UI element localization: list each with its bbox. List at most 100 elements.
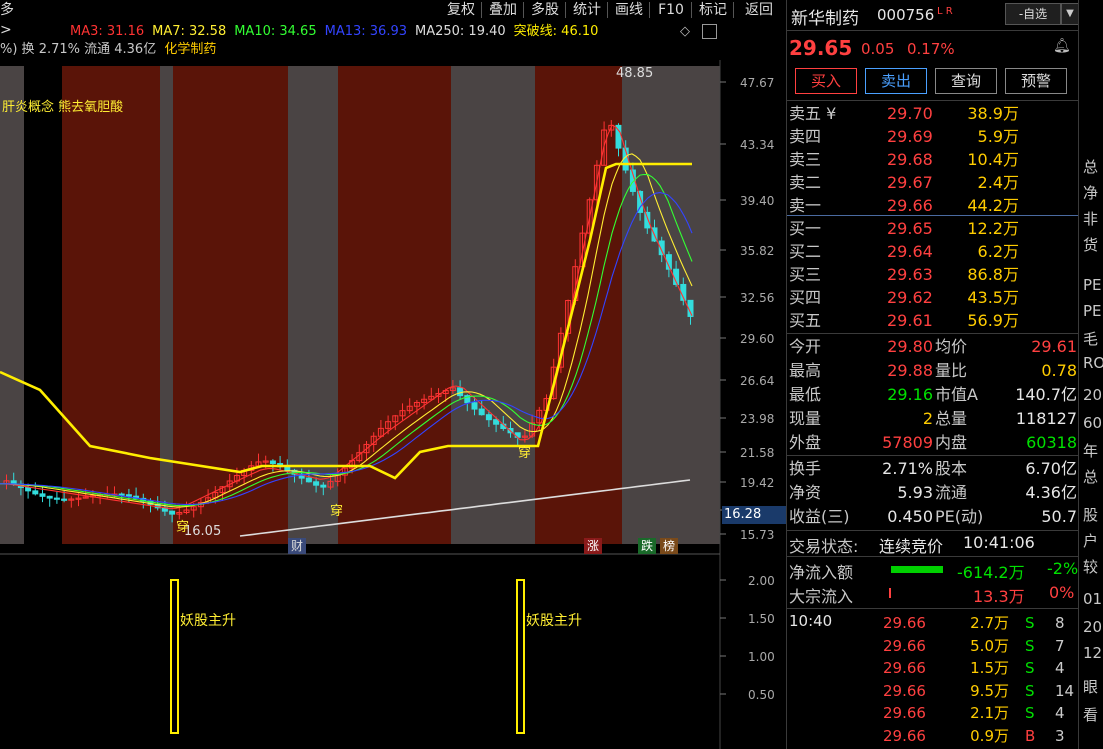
stat-value: 0.450	[887, 507, 933, 526]
stat-row: 收益(三) 0.450 PE(动) 50.7	[787, 505, 1079, 529]
signal-bar	[516, 579, 525, 734]
background-bands	[0, 66, 720, 544]
stat-label: 今开	[789, 337, 822, 356]
multi-stock-button[interactable]: 多股	[526, 0, 564, 20]
candle-body	[32, 490, 39, 495]
ma7-value: MA7: 32.58	[152, 24, 227, 39]
background-band	[535, 66, 622, 544]
price-tick: 35.82	[740, 244, 774, 258]
tick-volume: 2.7万	[970, 614, 1009, 632]
stat-row: 最高 29.88 量比 0.78	[787, 359, 1079, 383]
draw-line-button[interactable]: 画线	[610, 0, 648, 20]
kline-chart[interactable]: 47.67 43.34 39.40 35.82 32.56 29.60 26.64 23.98…	[0, 60, 785, 556]
price-tick: 26.64	[740, 374, 774, 388]
tick-price: 29.66	[883, 726, 926, 745]
tick-row: 29.66 0.9万 B 3	[787, 725, 1079, 747]
tick-volume: 5.0万	[970, 636, 1009, 655]
side-info-item[interactable]: 非	[1083, 208, 1098, 229]
bid-row[interactable]: 买一 29.65 12.2万	[787, 218, 1079, 240]
tick-direction: B	[1025, 726, 1036, 745]
ask-row[interactable]: 卖四 29.69 5.9万	[787, 126, 1079, 148]
ask-volume: 44.2万	[967, 196, 1019, 215]
net-inflow-label: 净流入额	[789, 563, 854, 582]
stat-label: 股本	[935, 459, 968, 478]
candle-body	[118, 493, 125, 496]
bid-row[interactable]: 买五 29.61 56.9万	[787, 310, 1079, 332]
side-info-item[interactable]: 20	[1083, 386, 1102, 404]
price-tick: 47.67	[740, 76, 774, 90]
candle-body	[305, 477, 312, 483]
ask-row[interactable]: 卖五 ¥ 29.70 38.9万	[787, 103, 1079, 125]
back-button[interactable]: 返回	[738, 0, 780, 20]
event-financial[interactable]: 财	[288, 538, 306, 554]
industry-label[interactable]: 化学制药	[164, 42, 216, 57]
alert-button[interactable]: 预警	[1005, 68, 1067, 94]
event-rank-list[interactable]: 榜	[660, 538, 678, 554]
f10-button[interactable]: F10	[652, 0, 690, 20]
fuquan-button[interactable]: 复权	[442, 0, 480, 20]
side-info-item[interactable]: 12	[1083, 644, 1102, 662]
side-info-item[interactable]: PE	[1083, 302, 1102, 320]
side-info-item[interactable]: 60	[1083, 414, 1102, 432]
side-info-item[interactable]: 年	[1083, 440, 1098, 461]
side-info-item[interactable]: 总	[1083, 156, 1098, 177]
self-pick-button[interactable]: -自选	[1005, 3, 1061, 25]
side-info-item[interactable]: 货	[1083, 234, 1098, 255]
price-tick: 21.58	[740, 446, 774, 460]
last-price: 29.65	[789, 36, 853, 60]
query-button[interactable]: 查询	[935, 68, 997, 94]
ask-volume: 38.9万	[967, 104, 1019, 123]
price-axis: 47.67 43.34 39.40 35.82 32.56 29.60 26.64 23.98…	[720, 76, 774, 542]
stock-name: 新华制药	[791, 9, 859, 29]
side-info-item[interactable]: 总	[1083, 466, 1098, 487]
side-info-item[interactable]: 净	[1083, 182, 1098, 203]
more-menu[interactable]: 多 >	[0, 0, 30, 38]
mark-button[interactable]: 标记	[694, 0, 732, 20]
ma13-value: MA13: 36.93	[324, 24, 407, 39]
bid-row[interactable]: 买四 29.62 43.5万	[787, 287, 1079, 309]
tick-row: 29.66 5.0万 S 7	[787, 635, 1079, 657]
chevron-down-icon[interactable]: ▼	[1061, 3, 1079, 25]
side-info-item[interactable]: 股	[1083, 504, 1098, 525]
expand-icon[interactable]	[702, 24, 717, 39]
bid-row[interactable]: 买三 29.63 86.8万	[787, 264, 1079, 286]
ask-label: 卖三	[789, 150, 822, 169]
stat-label: 最低	[789, 385, 822, 404]
stat-row: 换手 2.71% 股本 6.70亿	[787, 457, 1079, 481]
side-info-item[interactable]: 眼	[1083, 676, 1098, 697]
side-info-item[interactable]: 毛	[1083, 328, 1098, 349]
concept-label: 肝炎概念 熊去氧胆酸	[2, 100, 124, 115]
side-info-item[interactable]: 户	[1083, 530, 1098, 551]
statistics-button[interactable]: 统计	[568, 0, 606, 20]
ask-row[interactable]: 卖一 29.66 44.2万	[787, 195, 1079, 217]
block-inflow-bar	[889, 588, 891, 598]
bid-label: 买四	[789, 288, 822, 307]
bid-label: 买五	[789, 311, 822, 330]
event-limit-down[interactable]: 跌	[638, 538, 656, 554]
stat-value: 60318	[1026, 433, 1077, 452]
background-band	[451, 66, 535, 544]
side-info-item[interactable]: RO	[1083, 354, 1103, 372]
ask-row[interactable]: 卖三 29.68 10.4万	[787, 149, 1079, 171]
tick-price: 29.66	[883, 681, 926, 700]
side-info-item[interactable]: 01	[1083, 590, 1102, 608]
side-info-item[interactable]: 20	[1083, 618, 1102, 636]
overlay-button[interactable]: 叠加	[484, 0, 522, 20]
ma250-value: MA250: 19.40	[415, 24, 506, 39]
bell-icon[interactable]: 🔔︎	[1053, 38, 1071, 54]
sub-tick: 1.50	[748, 612, 775, 626]
buy-button[interactable]: 买入	[795, 68, 857, 94]
stat-value: 57809	[882, 433, 933, 452]
bid-row[interactable]: 买二 29.64 6.2万	[787, 241, 1079, 263]
bid-volume: 86.8万	[967, 265, 1019, 284]
sell-button[interactable]: 卖出	[865, 68, 927, 94]
diamond-icon[interactable]: ◇	[680, 24, 690, 39]
price-change: 0.05	[861, 40, 895, 58]
side-info-item[interactable]: 看	[1083, 704, 1098, 725]
event-limit-up[interactable]: 涨	[584, 538, 602, 554]
side-info-item[interactable]: 较	[1083, 556, 1098, 577]
quote-panel: 新华制药 000756 L R -自选 ▼ 29.65 0.05 0.17% 🔔…	[786, 0, 1079, 749]
side-info-item[interactable]: PE	[1083, 276, 1102, 294]
ask-row[interactable]: 卖二 29.67 2.4万	[787, 172, 1079, 194]
indicator-subchart[interactable]: 2.00 1.50 1.00 0.50	[0, 556, 785, 749]
